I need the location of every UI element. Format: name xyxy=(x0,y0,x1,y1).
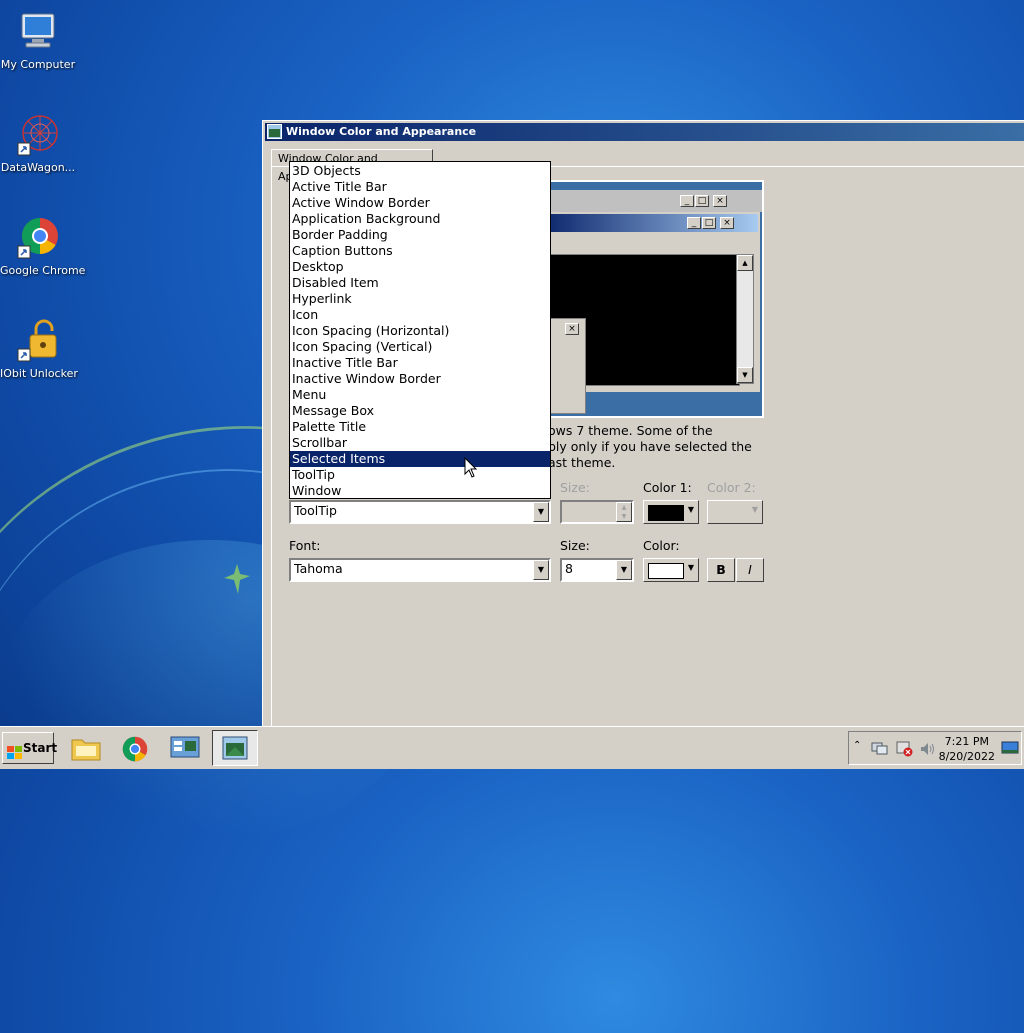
preview-close-icon: × xyxy=(713,195,727,207)
preview-scrollbar: ▲ ▼ xyxy=(736,254,754,384)
clock-time: 7:21 PM xyxy=(944,735,989,748)
network-icon[interactable] xyxy=(871,741,889,760)
taskbar-explorer-button[interactable] xyxy=(64,730,110,766)
color2-arrow-icon: ▼ xyxy=(751,505,758,514)
list-item[interactable]: 3D Objects xyxy=(290,163,550,179)
font-color-arrow-icon: ▼ xyxy=(687,563,694,572)
show-hidden-icons-icon[interactable]: ⌃ xyxy=(853,740,861,751)
windows-logo-icon xyxy=(7,741,23,771)
appearance-taskbar-icon xyxy=(221,735,249,766)
leaf-decoration xyxy=(222,562,252,599)
preview-active-minimize-icon: _ xyxy=(687,217,701,229)
color1-label: Color 1: xyxy=(643,480,692,495)
item-select[interactable]: ToolTip ▼ xyxy=(289,500,551,524)
italic-button[interactable]: I xyxy=(736,558,764,582)
preview-active-close-icon: × xyxy=(720,217,734,229)
action-center-icon[interactable] xyxy=(895,741,913,760)
scroll-down-icon: ▼ xyxy=(737,367,753,383)
color1-swatch xyxy=(648,505,684,521)
list-item[interactable]: Active Window Border xyxy=(290,195,550,211)
list-item[interactable]: Icon Spacing (Horizontal) xyxy=(290,323,550,339)
list-item[interactable]: Icon xyxy=(290,307,550,323)
list-item[interactable]: Inactive Window Border xyxy=(290,371,550,387)
preview-maximize-icon: □ xyxy=(695,195,709,207)
font-size-label: Size: xyxy=(560,538,590,553)
start-button[interactable]: Start xyxy=(2,732,58,764)
item-select-value: ToolTip xyxy=(294,503,337,518)
clock-date: 8/20/2022 xyxy=(938,750,995,763)
font-size-select[interactable]: 8 ▼ xyxy=(560,558,634,582)
font-size-value: 8 xyxy=(565,561,573,576)
list-item[interactable]: Scrollbar xyxy=(290,435,550,451)
preview-msgbox-close-icon: × xyxy=(565,323,579,335)
list-item[interactable]: Caption Buttons xyxy=(290,243,550,259)
appearance-app-icon xyxy=(267,124,282,139)
scroll-up-icon: ▲ xyxy=(737,255,753,271)
list-item[interactable]: Icon Spacing (Vertical) xyxy=(290,339,550,355)
desktop-icon-datawagon[interactable]: DataWagon... xyxy=(0,113,76,174)
desktop-icon-google-chrome[interactable]: Google Chrome xyxy=(0,216,85,277)
color2-button: ▼ xyxy=(707,500,763,524)
iobit-unlocker-icon xyxy=(16,319,60,363)
clock[interactable]: 7:21 PM 8/20/2022 xyxy=(939,734,995,764)
list-item[interactable]: Window xyxy=(290,483,550,499)
list-item[interactable]: Border Padding xyxy=(290,227,550,243)
preview-inactive-window: _ □ × xyxy=(540,190,762,212)
mouse-cursor-icon xyxy=(464,456,478,482)
system-tray: ⌃ 7:21 PM 8/20/2022 xyxy=(848,731,1022,765)
preview-active-title-bar: _ □ × xyxy=(540,214,758,232)
datawagon-icon xyxy=(16,113,60,157)
font-color-label: Color: xyxy=(643,538,680,553)
font-label: Font: xyxy=(289,538,321,553)
bold-button[interactable]: B xyxy=(707,558,735,582)
font-dropdown-arrow-icon[interactable]: ▼ xyxy=(533,560,549,580)
font-color-button[interactable]: ▼ xyxy=(643,558,699,582)
list-item[interactable]: Active Title Bar xyxy=(290,179,550,195)
item-dropdown-arrow-icon[interactable]: ▼ xyxy=(533,502,549,522)
list-item[interactable]: Hyperlink xyxy=(290,291,550,307)
list-item[interactable]: Disabled Item xyxy=(290,275,550,291)
dialog-title-bar[interactable]: Window Color and Appearance xyxy=(265,123,1024,141)
list-item[interactable]: Desktop xyxy=(290,259,550,275)
font-select[interactable]: Tahoma ▼ xyxy=(289,558,551,582)
list-item[interactable]: ToolTip xyxy=(290,467,550,483)
my-computer-icon xyxy=(16,10,60,54)
volume-icon[interactable] xyxy=(919,741,937,760)
font-select-value: Tahoma xyxy=(294,561,343,576)
folder-icon xyxy=(70,734,102,765)
desktop-icon-my-computer[interactable]: My Computer xyxy=(0,10,76,71)
info-text: ows 7 theme. Some of the ply only if you… xyxy=(548,423,752,470)
list-item[interactable]: Message Box xyxy=(290,403,550,419)
list-item[interactable]: Menu xyxy=(290,387,550,403)
taskbar-control-panel-button[interactable] xyxy=(162,730,208,766)
color1-button[interactable]: ▼ xyxy=(643,500,699,524)
item-size-label: Size: xyxy=(560,480,590,495)
control-panel-icon xyxy=(170,735,200,764)
font-color-swatch xyxy=(648,563,684,579)
dialog-title: Window Color and Appearance xyxy=(286,125,477,138)
taskbar-chrome-button[interactable] xyxy=(112,730,158,766)
preview-minimize-icon: _ xyxy=(680,195,694,207)
color1-arrow-icon: ▼ xyxy=(687,505,694,514)
list-item[interactable]: Application Background xyxy=(290,211,550,227)
preview-active-maximize-icon: □ xyxy=(702,217,716,229)
show-desktop-icon[interactable] xyxy=(1001,741,1019,758)
desktop-icon-iobit-unlocker[interactable]: IObit Unlocker xyxy=(0,319,78,380)
taskbar-appearance-button[interactable] xyxy=(212,730,258,766)
chrome-icon xyxy=(16,216,60,260)
item-size-spinner: ▲ ▼ xyxy=(560,500,634,524)
chrome-taskbar-icon xyxy=(120,734,150,767)
item-size-spinner-arrows-icon: ▲ ▼ xyxy=(616,502,632,522)
list-item[interactable]: Palette Title xyxy=(290,419,550,435)
taskbar: Start ⌃ 7:21 PM 8/20/2022 xyxy=(0,726,1024,769)
list-item[interactable]: Inactive Title Bar xyxy=(290,355,550,371)
start-label: Start xyxy=(23,741,58,755)
item-dropdown-list[interactable]: 3D Objects Active Title Bar Active Windo… xyxy=(289,161,551,499)
color2-label: Color 2: xyxy=(707,480,756,495)
font-size-dropdown-arrow-icon[interactable]: ▼ xyxy=(616,560,632,580)
list-item-highlighted[interactable]: Selected Items xyxy=(290,451,550,467)
